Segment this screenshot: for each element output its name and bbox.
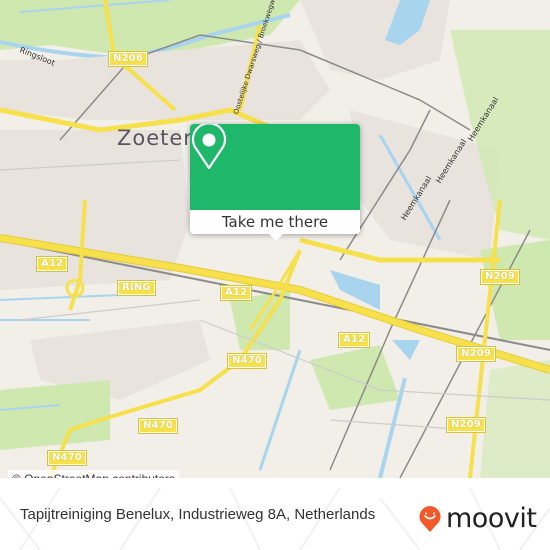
moovit-logo[interactable]: moovit	[418, 503, 537, 534]
map-attribution[interactable]: © OpenStreetMap contributors	[8, 470, 179, 478]
road-shield-a12: A12	[337, 332, 371, 348]
road-shield-n470: N470	[137, 418, 179, 434]
road-shield-a12: A12	[219, 285, 253, 301]
location-popup: Take me there	[190, 124, 360, 241]
road-shield-n206: N206	[107, 51, 149, 67]
popup-pointer	[269, 234, 283, 241]
road-shield-n209: N209	[445, 417, 487, 433]
map-pin-icon	[191, 124, 227, 170]
road-shield-n209: N209	[455, 346, 497, 362]
moovit-wordmark: moovit	[446, 503, 537, 534]
road-shield-n470: N470	[46, 450, 88, 466]
moovit-pin-icon	[419, 506, 441, 532]
road-shield-ring: RING	[117, 280, 156, 296]
popup-header	[190, 124, 360, 210]
map[interactable]: N206 A12 RING A12 A12 N209 N209 N209 N47…	[0, 0, 550, 478]
road-shield-n470: N470	[226, 353, 268, 369]
take-me-there-button[interactable]: Take me there	[190, 210, 360, 234]
road-shield-n209: N209	[479, 269, 521, 285]
location-title: Tapijtreiniging Benelux, Industrieweg 8A…	[20, 506, 376, 523]
road-shield-a12: A12	[35, 256, 69, 272]
